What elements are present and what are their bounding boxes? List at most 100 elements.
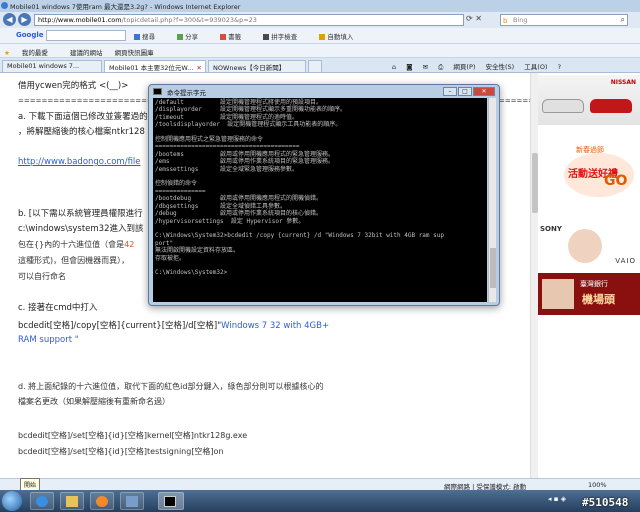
page-scrollbar[interactable] xyxy=(530,73,538,478)
cmd-console[interactable]: /default 設定開機管理程式將使用的預設項目。/displayorder … xyxy=(153,98,487,302)
cmd-scrollbar[interactable] xyxy=(488,98,496,302)
search-icon xyxy=(134,34,140,40)
taskbar-app[interactable] xyxy=(120,492,144,510)
cmd-icon xyxy=(153,88,162,95)
refresh-stop-icons[interactable]: ⟳ ✕ xyxy=(466,14,482,23)
taskbar-cmd[interactable] xyxy=(158,492,184,510)
intro-line: 借用ycwen完的格式 <(__)> xyxy=(18,81,129,91)
google-search-button[interactable]: 搜尋 xyxy=(134,33,165,41)
media-player-icon xyxy=(96,496,108,507)
command-testsigning: bcdedit[空格]/set[空格]{id}[空格]testsigning[空… xyxy=(18,447,224,456)
bookmark-icon xyxy=(220,34,227,40)
watermark: #510548 xyxy=(582,496,629,509)
taskbar-media[interactable] xyxy=(90,492,114,510)
page-menu[interactable]: 網頁(P) xyxy=(453,63,475,71)
close-button[interactable]: ✕ xyxy=(473,87,495,96)
spellcheck-icon xyxy=(263,34,270,40)
help-icon[interactable]: ? xyxy=(558,63,561,71)
taskbar-ie[interactable] xyxy=(30,492,54,510)
step-c-command: bcdedit[空格]/copy[空格]{current}[空格]/d[空格]"… xyxy=(18,321,330,331)
console-line: /bootdebug 啟用或停用開機應用程式的開機偵錯。 xyxy=(155,195,323,203)
safety-menu[interactable]: 安全性(S) xyxy=(486,63,515,71)
maximize-button[interactable]: □ xyxy=(458,87,472,96)
spellcheck-button[interactable]: 拼字檢查 xyxy=(263,33,307,41)
bing-icon: b xyxy=(503,17,508,25)
autofill-button[interactable]: 自動填入 xyxy=(319,33,363,41)
folder-icon xyxy=(66,496,78,507)
cmd-window[interactable]: 命令提示字元 – □ ✕ /default 設定開機管理程式將使用的預設項目。/di… xyxy=(148,84,500,306)
window-title: Mobile01 windows 7使用ram 最大還是3.2g? - Wind… xyxy=(10,3,241,11)
vaio-logo: VAIO xyxy=(615,257,636,265)
ie-logo-icon xyxy=(1,2,8,9)
forward-button[interactable]: ▶ xyxy=(18,13,31,26)
web-slice-gallery-link[interactable]: 網頁快訊圖庫 xyxy=(115,49,154,57)
ad-model-image xyxy=(568,229,602,263)
search-placeholder: Bing xyxy=(513,16,528,24)
sony-ad[interactable]: SONY VAIO xyxy=(538,221,640,271)
cmd-icon xyxy=(164,496,176,507)
search-icon[interactable]: ⌕ xyxy=(621,15,625,25)
step-b-line2: c:\windows\system32進入到該 xyxy=(18,224,144,234)
system-tray[interactable]: ◂ ▪ ◈ xyxy=(548,495,566,503)
ad-go: GO xyxy=(604,173,628,189)
ie-icon xyxy=(36,496,48,507)
step-d-line2: 檔案名更改（如果解壓縮後有重新命名過） xyxy=(18,397,170,406)
url-input[interactable]: http://www.mobile01.com/topicdetail.php?… xyxy=(34,14,464,26)
rss-icon[interactable]: ◙ xyxy=(406,63,412,71)
home-icon[interactable]: ⌂ xyxy=(392,63,396,71)
console-line: C:\Windows\System32>bcdedit /copy {curre… xyxy=(155,232,444,240)
ad-brand: NISSAN xyxy=(610,79,636,86)
cmd-scroll-thumb[interactable] xyxy=(490,248,496,288)
tab-nownews[interactable]: NOWnews【今日新聞】 xyxy=(208,60,306,72)
ad-airport-text: 機場頭 xyxy=(582,293,615,306)
console-line: 無法開啟開機設定資料存放區。 xyxy=(155,247,240,255)
step-c-command-cont: RAM support " xyxy=(18,335,79,345)
app-icon xyxy=(126,496,138,507)
bank-name: 臺灣銀行 xyxy=(580,280,608,288)
ad-sidebar: NISSAN 新春過節 活動送好禮 GO SONY VAIO 臺灣銀行 機場頭 xyxy=(538,73,640,478)
suggested-sites-link[interactable]: 建議的網站 xyxy=(70,49,103,57)
console-line: /emssettings 設定全域緊急管理服務參數。 xyxy=(155,165,299,173)
console-line: /dbgsettings 設定全域偵錯工具參數。 xyxy=(155,202,287,210)
minimize-button[interactable]: – xyxy=(443,87,457,96)
google-bookmark-button[interactable]: 書籤 xyxy=(220,33,251,41)
download-link[interactable]: http://www.badongo.com/file xyxy=(18,157,141,167)
taskbar: ◂ ▪ ◈ xyxy=(0,490,640,512)
bank-ad[interactable]: 臺灣銀行 機場頭 xyxy=(538,273,640,315)
tab-mobile01-1[interactable]: Mobile01 windows 7... xyxy=(2,60,102,72)
console-line: 控制偵錯的命令 xyxy=(155,180,198,188)
zoom-level[interactable]: 100% xyxy=(588,481,607,489)
step-c-line1: c. 接著在cmd中打入 xyxy=(18,303,98,313)
window-titlebar: Mobile01 windows 7使用ram 最大還是3.2g? - Wind… xyxy=(0,0,640,12)
google-search-input[interactable] xyxy=(46,30,126,41)
back-button[interactable]: ◀ xyxy=(3,13,16,26)
promo-ad[interactable]: 新春過節 活動送好禮 GO xyxy=(538,131,640,221)
sony-logo: SONY xyxy=(540,225,562,233)
car-image xyxy=(542,99,584,113)
close-tab-icon[interactable]: ✕ xyxy=(196,64,201,72)
tools-menu[interactable]: 工具(O) xyxy=(524,63,547,71)
google-toolbar: Google 搜尋 分享 書籤 拼字檢查 自動填入 xyxy=(0,28,640,44)
print-icon[interactable]: ⎙ xyxy=(438,63,443,71)
console-line: /toolsdisplayorder 設定開機管理程式顯示工具功能表的順序。 xyxy=(155,121,342,129)
start-button[interactable] xyxy=(2,491,22,511)
console-line: /displayorder 設定開機管理程式顯示多重開機功能表的順序。 xyxy=(155,106,347,114)
step-b-line4: 這種形式)，但會因機器而異）， xyxy=(18,256,130,265)
search-box[interactable]: b Bing ⌕ xyxy=(500,14,628,26)
car-image xyxy=(590,99,632,113)
star-icon: ★ xyxy=(4,49,10,57)
step-d-line1: d. 將上面紀錄的十六進位值，取代下面的紅色id部分鍵入，綠色部分則可以根據核心… xyxy=(18,382,324,391)
favorites-button[interactable]: ★ 我的最愛 xyxy=(4,49,58,57)
step-a-line2: ，將解壓縮後的核心檔案ntkr128 xyxy=(18,127,145,137)
console-line: port" xyxy=(155,239,174,247)
new-tab-button[interactable] xyxy=(308,60,322,72)
tab-mobile01-2[interactable]: Mobile01 本主要32位元W... ✕ xyxy=(104,60,206,72)
nissan-ad[interactable]: NISSAN xyxy=(538,75,640,125)
google-share-button[interactable]: 分享 xyxy=(177,33,208,41)
ad-headline: 新春過節 xyxy=(576,146,604,154)
mail-icon[interactable]: ✉ xyxy=(423,63,428,71)
taskbar-explorer[interactable] xyxy=(60,492,84,510)
